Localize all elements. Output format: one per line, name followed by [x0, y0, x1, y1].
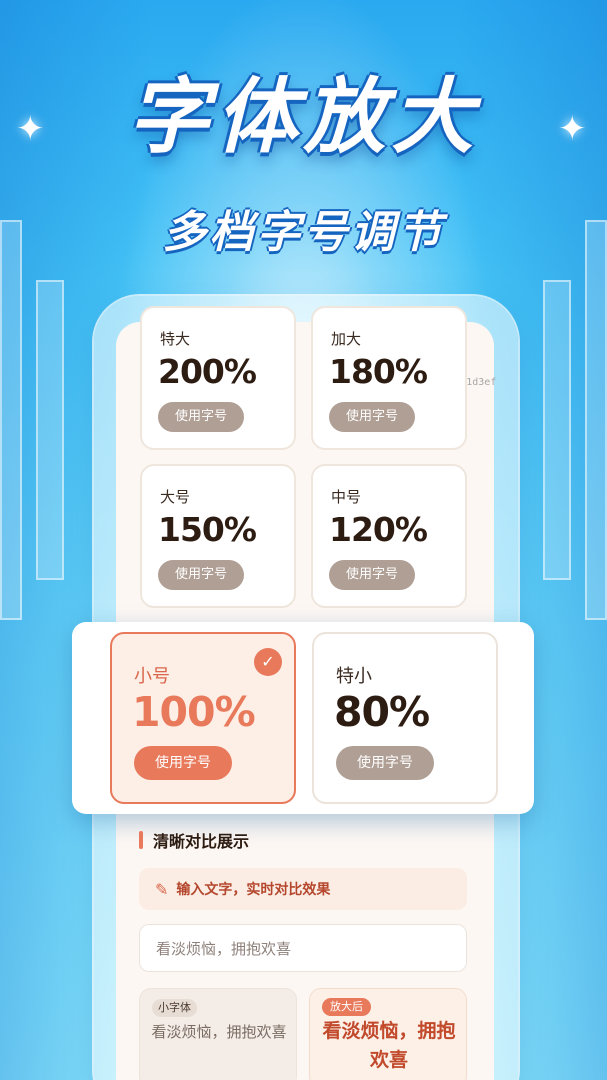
size-percent: 80% — [334, 688, 430, 736]
size-card-large[interactable]: 大号 150% 使用字号 — [140, 464, 296, 608]
use-size-button[interactable]: 使用字号 — [134, 746, 232, 780]
input-placeholder: 看淡烦恼，拥抱欢喜 — [156, 939, 292, 958]
use-size-button[interactable]: 使用字号 — [158, 560, 244, 590]
size-label: 小号 — [134, 666, 170, 687]
section-title: 清晰对比展示 — [139, 828, 249, 852]
preview-small-text: 看淡烦恼，拥抱欢喜 — [151, 1023, 287, 1041]
size-percent: 120% — [329, 510, 428, 549]
preview-small: 小字体 看淡烦恼，拥抱欢喜 — [139, 988, 297, 1080]
size-percent: 200% — [158, 352, 257, 391]
preview-small-tag: 小字体 — [152, 999, 197, 1017]
section-accent-bar — [139, 831, 143, 849]
corridor-pillar-left — [0, 220, 22, 620]
size-card-medium[interactable]: 中号 120% 使用字号 — [311, 464, 467, 608]
size-label: 加大 — [331, 330, 362, 348]
compare-text-input[interactable]: 看淡烦恼，拥抱欢喜 — [139, 924, 467, 972]
size-percent: 100% — [132, 688, 256, 736]
use-size-button[interactable]: 使用字号 — [329, 402, 415, 432]
use-size-button[interactable]: 使用字号 — [336, 746, 434, 780]
size-label: 特大 — [160, 330, 191, 348]
size-percent: 150% — [158, 510, 257, 549]
promo-headline: 字体放大 — [127, 70, 480, 165]
size-card-xlarge[interactable]: 特大 200% 使用字号 — [140, 306, 296, 450]
size-label: 中号 — [331, 488, 362, 506]
preview-big-tag: 放大后 — [322, 998, 371, 1016]
use-size-button[interactable]: 使用字号 — [158, 402, 244, 432]
corridor-pillar-right-inner — [543, 280, 571, 580]
check-icon: ✓ — [254, 648, 282, 676]
size-percent: 180% — [329, 352, 428, 391]
tip-banner: ✎ 输入文字，实时对比效果 — [139, 868, 467, 910]
use-size-button[interactable]: 使用字号 — [329, 560, 415, 590]
section-title-text: 清晰对比展示 — [153, 832, 250, 851]
size-label: 大号 — [160, 488, 191, 506]
tip-text: 输入文字，实时对比效果 — [176, 882, 331, 898]
preview-big: 放大后 看淡烦恼，拥抱欢喜 — [309, 988, 467, 1080]
preview-big-text: 看淡烦恼，拥抱欢喜 — [322, 1020, 456, 1071]
corridor-pillar-right — [585, 220, 607, 620]
size-label: 特小 — [336, 666, 372, 687]
size-card-xsmall[interactable]: 特小 80% 使用字号 — [312, 632, 498, 804]
pencil-icon: ✎ — [155, 879, 169, 899]
promo-subhead: 多档字号调节 — [162, 207, 445, 258]
corridor-pillar-left-inner — [36, 280, 64, 580]
size-card-larger[interactable]: 加大 180% 使用字号 — [311, 306, 467, 450]
